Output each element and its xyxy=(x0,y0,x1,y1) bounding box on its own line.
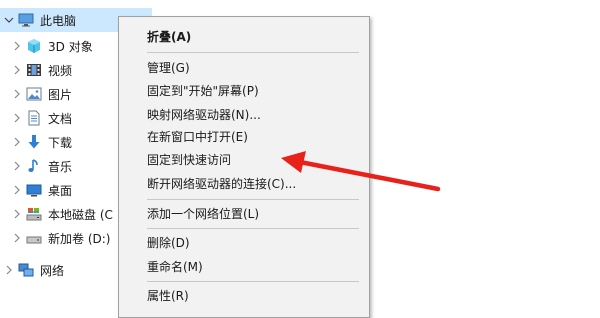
download-icon xyxy=(26,134,42,150)
menu-separator xyxy=(147,228,359,229)
context-menu: 折叠(A) 管理(G) 固定到"开始"屏幕(P) 映射网络驱动器(N)... 在… xyxy=(118,16,370,318)
tree-item-label: 音乐 xyxy=(48,159,73,174)
tree-item-videos[interactable]: 视频 xyxy=(0,58,72,82)
tree-item-label: 视频 xyxy=(48,63,73,78)
tree-item-desktop[interactable]: 桌面 xyxy=(0,178,72,202)
chevron-right-icon[interactable] xyxy=(12,209,22,219)
tree-item-3d-objects[interactable]: 3D 对象 xyxy=(0,34,93,58)
menu-item-disconnect-network-drive[interactable]: 断开网络驱动器的连接(C)... xyxy=(120,172,368,194)
menu-item-pin-to-start[interactable]: 固定到"开始"屏幕(P) xyxy=(120,79,368,101)
network-icon xyxy=(18,262,34,278)
documents-icon xyxy=(26,110,42,126)
chevron-right-icon[interactable] xyxy=(12,185,22,195)
menu-separator xyxy=(147,199,359,200)
drive-icon xyxy=(26,230,42,246)
tree-item-new-volume-d[interactable]: 新加卷 (D:) xyxy=(0,226,110,250)
menu-item-manage[interactable]: 管理(G) xyxy=(120,56,368,78)
chevron-right-icon[interactable] xyxy=(12,89,22,99)
menu-item-open-new-window[interactable]: 在新窗口中打开(E) xyxy=(120,125,368,147)
tree-item-label: 本地磁盘 (C xyxy=(48,207,113,222)
menu-item-pin-to-quick-access[interactable]: 固定到快速访问 xyxy=(120,148,368,170)
chevron-right-icon[interactable] xyxy=(12,113,22,123)
menu-separator xyxy=(147,52,359,53)
menu-item-properties[interactable]: 属性(R) xyxy=(120,284,368,306)
tree-item-music[interactable]: 音乐 xyxy=(0,154,72,178)
tree-item-label: 新加卷 (D:) xyxy=(48,231,111,246)
chevron-right-icon[interactable] xyxy=(12,161,22,171)
menu-item-map-network-drive[interactable]: 映射网络驱动器(N)... xyxy=(120,103,368,125)
tree-item-pictures[interactable]: 图片 xyxy=(0,82,72,106)
3d-objects-icon xyxy=(26,38,42,54)
chevron-right-icon[interactable] xyxy=(4,265,14,275)
menu-separator xyxy=(147,281,359,282)
chevron-right-icon[interactable] xyxy=(12,233,22,243)
tree-item-label: 3D 对象 xyxy=(48,39,93,54)
music-icon xyxy=(26,158,42,174)
tree-item-label: 桌面 xyxy=(48,183,73,198)
tree-item-label: 文档 xyxy=(48,111,73,126)
tree-item-documents[interactable]: 文档 xyxy=(0,106,72,130)
chevron-down-icon[interactable] xyxy=(4,15,14,25)
menu-item-add-network-location[interactable]: 添加一个网络位置(L) xyxy=(120,202,368,224)
pictures-icon xyxy=(26,86,42,102)
computer-icon xyxy=(18,12,34,28)
tree-item-downloads[interactable]: 下载 xyxy=(0,130,72,154)
desktop-icon xyxy=(26,182,42,198)
menu-item-rename[interactable]: 重命名(M) xyxy=(120,255,368,277)
video-icon xyxy=(26,62,42,78)
tree-item-label: 下载 xyxy=(48,135,73,150)
chevron-right-icon[interactable] xyxy=(12,137,22,147)
tree-item-label: 网络 xyxy=(40,263,65,278)
chevron-right-icon[interactable] xyxy=(12,65,22,75)
tree-item-local-disk-c[interactable]: 本地磁盘 (C xyxy=(0,202,113,226)
local-disk-icon xyxy=(26,206,42,222)
tree-item-network[interactable]: 网络 xyxy=(0,258,64,282)
menu-item-delete[interactable]: 删除(D) xyxy=(120,231,368,253)
menu-item-collapse[interactable]: 折叠(A) xyxy=(120,25,368,47)
tree-item-label: 此电脑 xyxy=(40,13,77,28)
tree-item-label: 图片 xyxy=(48,87,73,102)
chevron-right-icon[interactable] xyxy=(12,41,22,51)
